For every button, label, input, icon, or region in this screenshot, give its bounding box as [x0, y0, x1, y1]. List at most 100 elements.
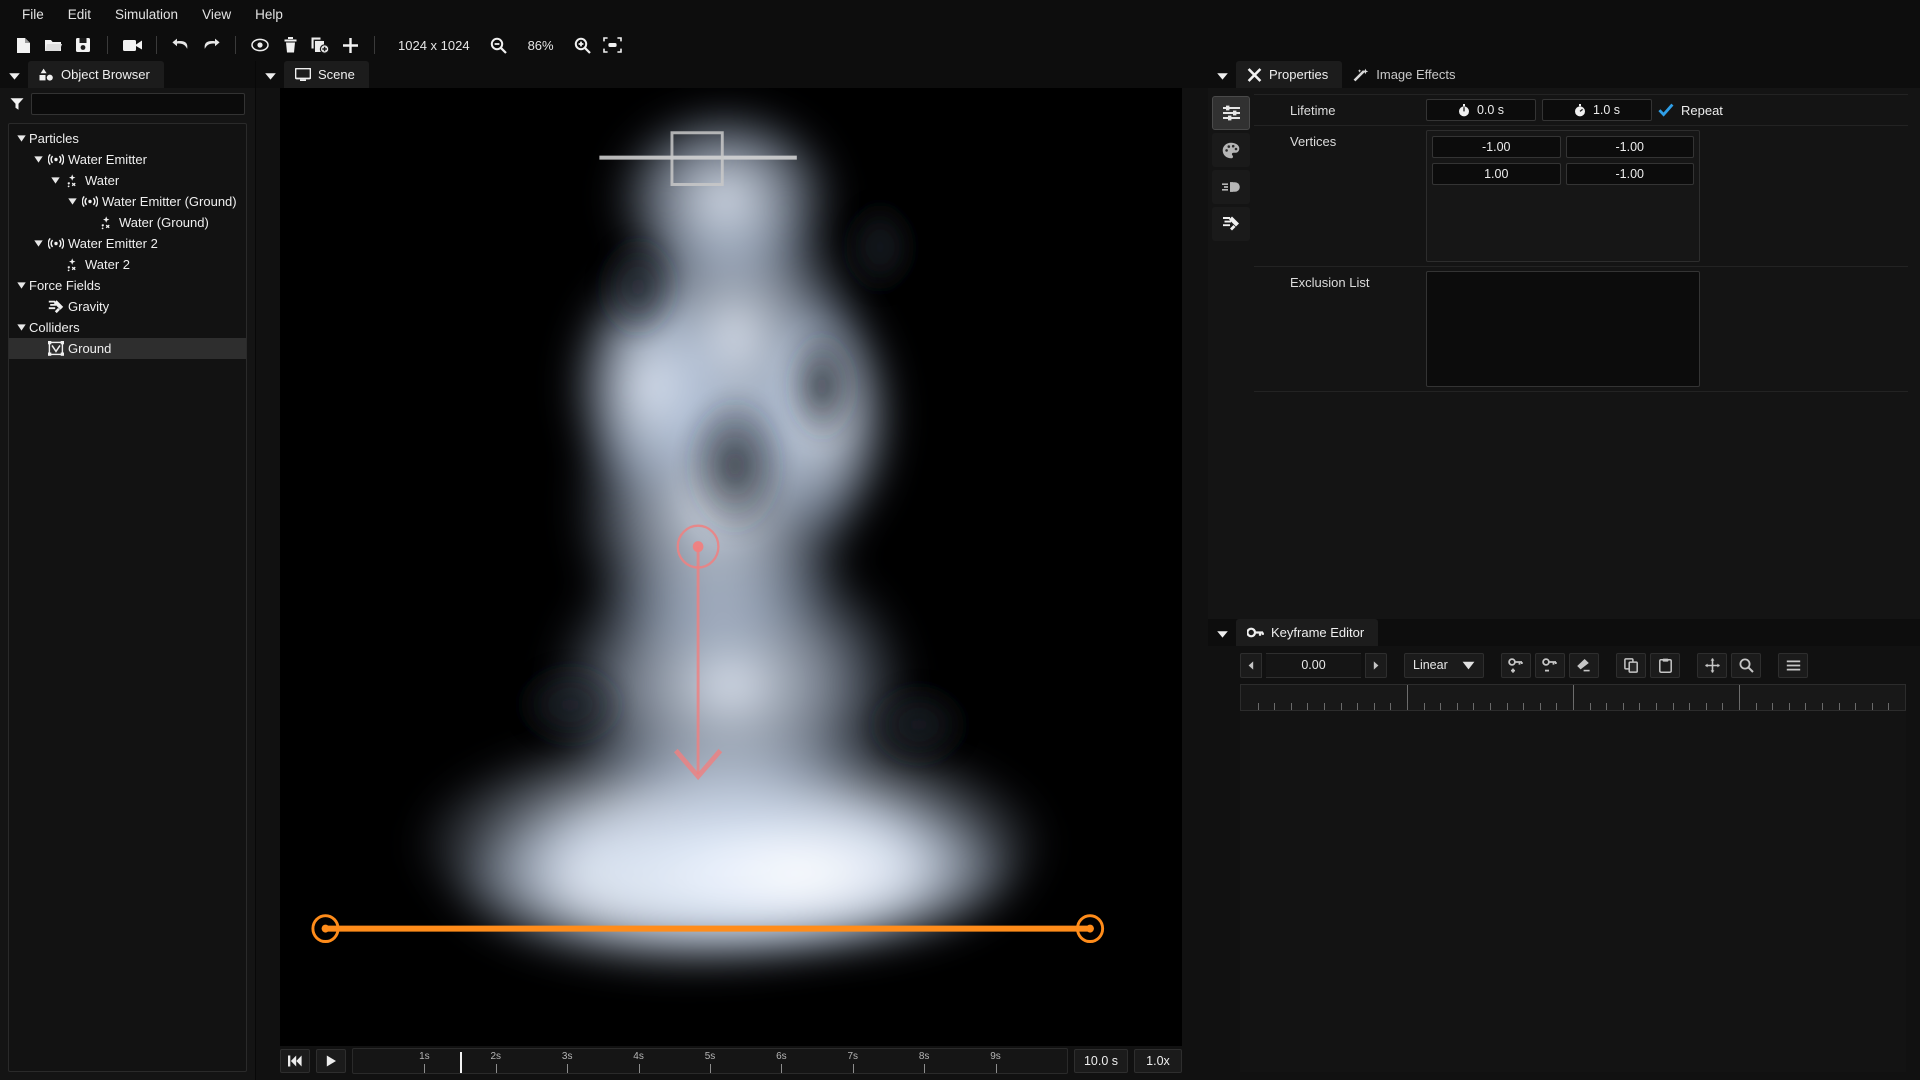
object-browser-icon	[39, 68, 54, 81]
menu-help[interactable]: Help	[243, 3, 295, 26]
rewind-to-start-button[interactable]	[280, 1049, 310, 1073]
panel-caret-icon[interactable]	[0, 61, 28, 88]
motion-icon[interactable]	[1212, 170, 1250, 204]
keyframe-ruler-tick	[1556, 703, 1558, 710]
render-video-icon[interactable]	[117, 32, 147, 58]
zoom-button[interactable]	[1731, 652, 1761, 678]
tab-properties[interactable]: Properties	[1236, 61, 1343, 88]
tab-object-browser[interactable]: Object Browser	[28, 61, 164, 88]
add-keyframe-button[interactable]	[1501, 652, 1531, 678]
zoom-out-icon[interactable]	[484, 32, 514, 58]
expand-caret-icon[interactable]	[30, 240, 46, 247]
menu-simulation[interactable]: Simulation	[103, 3, 190, 26]
object-filter-input[interactable]	[31, 92, 245, 115]
duplicate-icon[interactable]	[305, 32, 335, 58]
step-prev-button[interactable]	[1240, 652, 1262, 678]
tree-item-water-2[interactable]: Water 2	[9, 254, 246, 275]
interpolation-select[interactable]: Linear	[1404, 652, 1484, 678]
new-file-icon[interactable]	[8, 32, 38, 58]
menu-button[interactable]	[1778, 652, 1808, 678]
delete-trash-icon[interactable]	[275, 32, 305, 58]
play-button[interactable]	[316, 1049, 346, 1073]
tree-item-water-emitter[interactable]: Water Emitter	[9, 149, 246, 170]
sliders-icon[interactable]	[1212, 96, 1250, 130]
keyframe-ruler-tick	[1257, 703, 1259, 710]
keyframe-canvas[interactable]	[1240, 711, 1906, 1072]
tree-item-water-ground[interactable]: Water (Ground)	[9, 212, 246, 233]
save-icon[interactable]	[68, 32, 98, 58]
expand-caret-icon[interactable]	[47, 177, 63, 184]
erase-keyframes-button[interactable]	[1569, 652, 1599, 678]
keyframe-panel-caret-icon[interactable]	[1208, 619, 1236, 646]
vertex-1-y[interactable]: -1.00	[1565, 163, 1694, 185]
vertex-0-y[interactable]: -1.00	[1565, 136, 1694, 158]
repeat-checkbox[interactable]: Repeat	[1658, 99, 1723, 121]
duration-field[interactable]: 10.0 s	[1073, 1049, 1128, 1073]
tree-item-label: Water Emitter	[68, 152, 147, 167]
tree-item-force-fields[interactable]: Force Fields	[9, 275, 246, 296]
tab-keyframe-editor[interactable]: Keyframe Editor	[1236, 619, 1379, 646]
open-folder-icon[interactable]	[38, 32, 68, 58]
preview-eye-icon[interactable]	[245, 32, 275, 58]
redo-icon[interactable]	[196, 32, 226, 58]
scene-panel-caret-icon[interactable]	[256, 61, 284, 88]
exclusion-listbox[interactable]	[1426, 271, 1700, 387]
image-effects-icon	[1353, 68, 1369, 82]
filter-funnel-icon[interactable]	[10, 97, 24, 111]
expand-caret-icon[interactable]	[13, 282, 29, 289]
keyframe-ruler-tick	[1772, 703, 1774, 710]
step-next-button[interactable]	[1365, 652, 1387, 678]
menu-edit[interactable]: Edit	[56, 3, 103, 26]
palette-icon[interactable]	[1212, 133, 1250, 167]
fit-to-screen-icon[interactable]	[598, 32, 628, 58]
lifetime-end-field[interactable]: 1.0 s	[1542, 99, 1652, 121]
expand-caret-icon[interactable]	[13, 135, 29, 142]
lifetime-start-field[interactable]: 0.0 s	[1426, 99, 1536, 121]
timeline-playhead[interactable]	[460, 1052, 463, 1073]
vertices-grid[interactable]: -1.00 -1.00 1.00 -1.00	[1426, 130, 1700, 262]
tab-scene[interactable]: Scene	[284, 61, 369, 88]
timeline-ruler[interactable]: 1s 2s 3s 4s 5s 6s 7s 8s 9s	[352, 1048, 1068, 1074]
stopwatch-start-icon	[1458, 103, 1470, 117]
remove-keyframe-button[interactable]	[1535, 652, 1565, 678]
vertex-1-x[interactable]: 1.00	[1432, 163, 1561, 185]
menu-file[interactable]: File	[10, 3, 56, 26]
ruler-tick	[495, 1064, 497, 1073]
keyframe-value-field[interactable]: 0.00	[1266, 652, 1361, 678]
property-value: -1.00 -1.00 1.00 -1.00	[1426, 126, 1908, 266]
menu-view[interactable]: View	[190, 3, 243, 26]
add-plus-icon[interactable]	[335, 32, 365, 58]
tree-item-gravity[interactable]: Gravity	[9, 296, 246, 317]
tree-item-water-emitter-2[interactable]: Water Emitter 2	[9, 233, 246, 254]
expand-caret-icon[interactable]	[30, 156, 46, 163]
zoom-level-label[interactable]: 86%	[514, 38, 568, 53]
zoom-in-icon[interactable]	[568, 32, 598, 58]
object-tree[interactable]: Particles Water Emitter Water Water Emitter…	[8, 123, 247, 1072]
stopwatch-end-icon	[1574, 103, 1586, 117]
tab-image-effects[interactable]: Image Effects	[1342, 61, 1469, 88]
pan-button[interactable]	[1697, 652, 1727, 678]
undo-icon[interactable]	[166, 32, 196, 58]
vertex-0-x[interactable]: -1.00	[1432, 136, 1561, 158]
keyframe-ruler[interactable]	[1240, 684, 1906, 711]
tree-item-water-emitter-ground[interactable]: Water Emitter (Ground)	[9, 191, 246, 212]
expand-caret-icon[interactable]	[13, 324, 29, 331]
tree-item-water[interactable]: Water	[9, 170, 246, 191]
speed-field[interactable]: 1.0x	[1134, 1049, 1182, 1073]
ruler-tick	[567, 1064, 569, 1073]
expand-caret-icon[interactable]	[64, 198, 80, 205]
keyframe-ruler-tick	[1606, 703, 1608, 710]
keyframe-ruler-tick	[1357, 703, 1359, 710]
paste-button[interactable]	[1650, 652, 1680, 678]
physics-icon[interactable]	[1212, 207, 1250, 241]
app-window: File Edit Simulation View Help 1024 x 10…	[0, 0, 1920, 1080]
scene-viewport[interactable]	[280, 88, 1182, 1046]
tree-item-colliders[interactable]: Colliders	[9, 317, 246, 338]
resolution-label: 1024 x 1024	[398, 37, 470, 53]
tab-label: Object Browser	[61, 67, 150, 82]
main-body: Object Browser Particles Water Emitter Wat…	[0, 61, 1920, 1080]
tree-item-particles[interactable]: Particles	[9, 128, 246, 149]
properties-panel-caret-icon[interactable]	[1208, 61, 1236, 88]
tree-item-ground[interactable]: Ground	[9, 338, 246, 359]
copy-button[interactable]	[1616, 652, 1646, 678]
